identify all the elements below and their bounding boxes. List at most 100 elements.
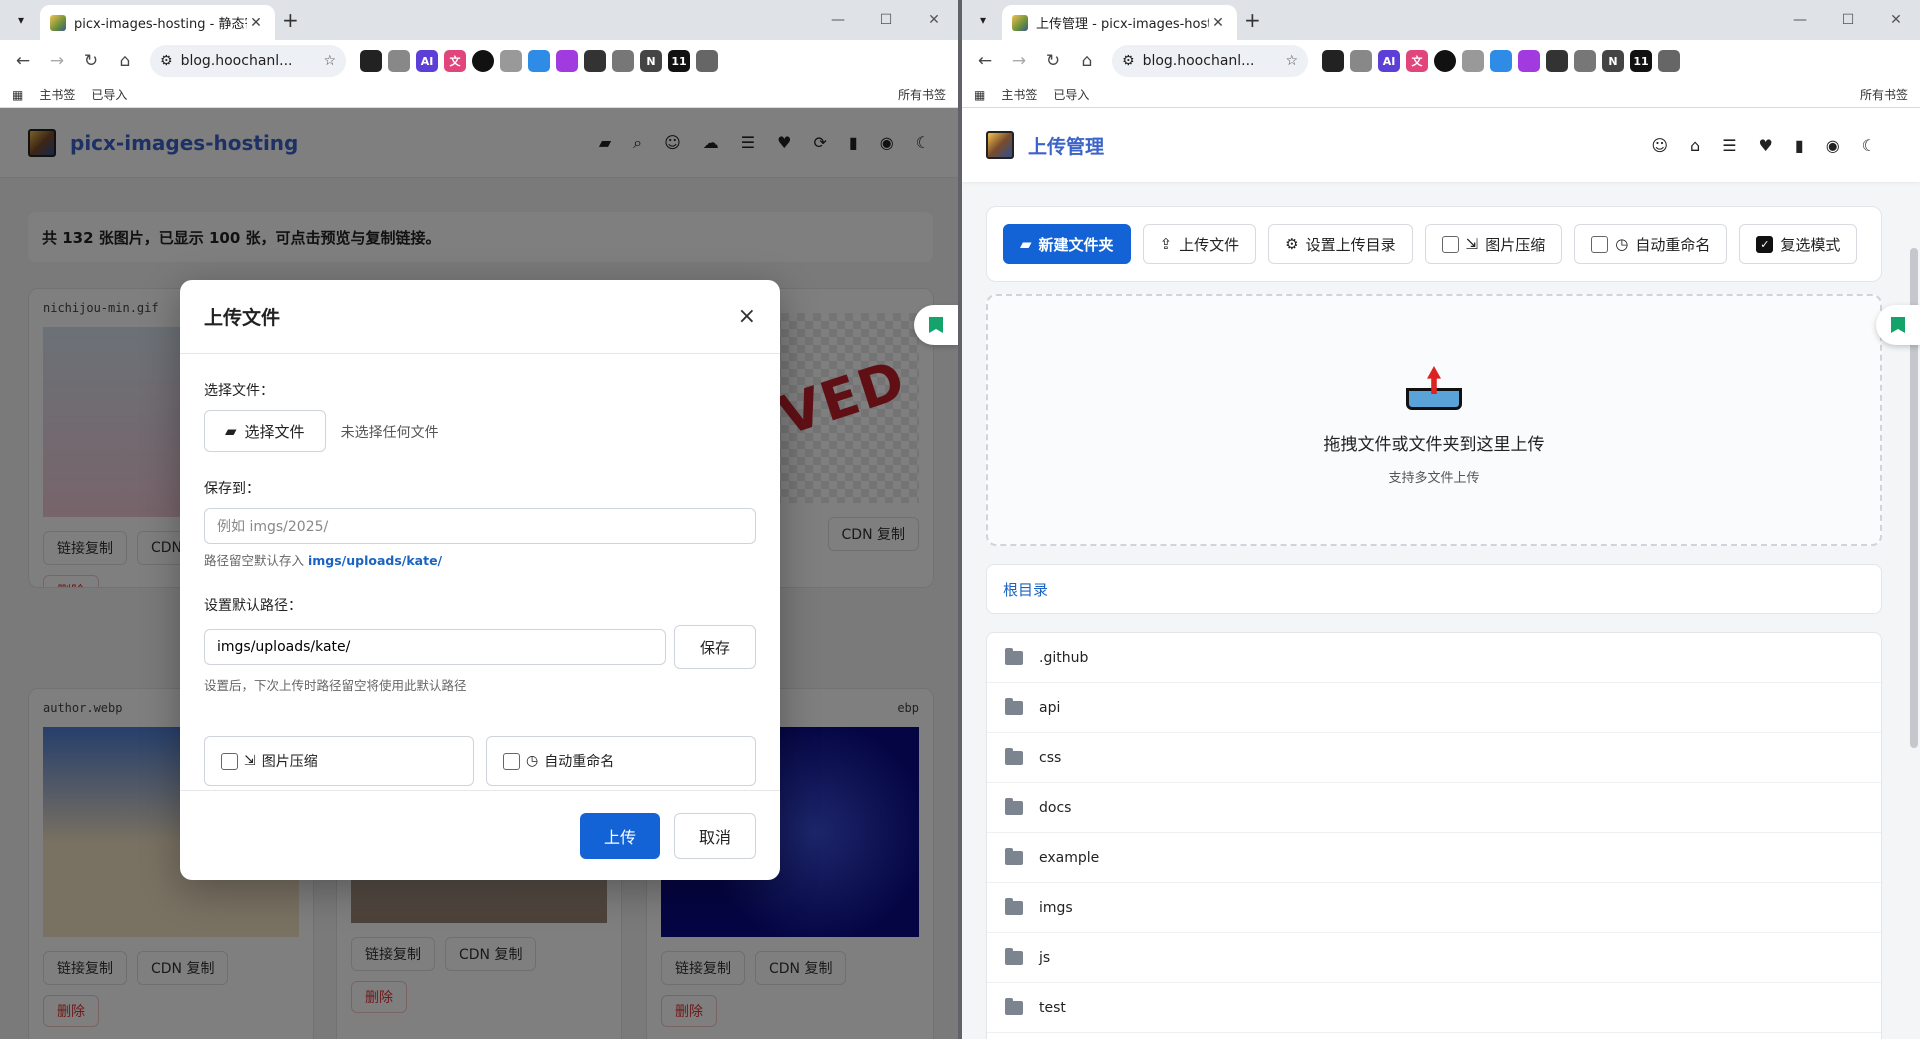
extension-notion-icon[interactable]: N [1602, 50, 1624, 72]
extension-translate-icon[interactable]: 文 [444, 50, 466, 72]
home-icon[interactable]: ⌂ [1072, 46, 1102, 76]
upload-button[interactable]: 上传 [580, 812, 660, 859]
moon-icon[interactable]: ☾ [1862, 136, 1876, 155]
bookmark-star-icon[interactable]: ☆ [1285, 53, 1298, 69]
default-path-input[interactable]: imgs/uploads/kate/ [204, 629, 666, 665]
browser-tab-active[interactable]: 上传管理 - picx-images-hosti ✕ [1002, 5, 1237, 40]
new-tab-button[interactable]: + [1244, 10, 1261, 30]
extension-ai-icon[interactable]: AI [1378, 50, 1400, 72]
back-icon[interactable]: ← [8, 46, 38, 76]
bookmark-folder-imported[interactable]: 已导入 [1053, 86, 1089, 103]
tab-close-icon[interactable]: ✕ [1209, 15, 1227, 31]
tab-close-icon[interactable]: ✕ [247, 15, 265, 31]
extension-purple-icon[interactable] [556, 50, 578, 72]
apps-icon[interactable]: ▦ [974, 88, 985, 102]
github-icon[interactable]: ◉ [1826, 136, 1840, 155]
rename-option[interactable]: ◷ 自动重命名 [486, 736, 756, 786]
forward-icon[interactable]: → [42, 46, 72, 76]
extension-copy-icon[interactable] [1490, 50, 1512, 72]
close-window-icon[interactable]: ✕ [1872, 0, 1920, 40]
extension-badge-icon[interactable]: 11 [1630, 50, 1652, 72]
list-item[interactable]: css [987, 733, 1881, 783]
list-icon[interactable]: ☰ [1722, 136, 1736, 155]
extension-icon-1[interactable] [360, 50, 382, 72]
list-item[interactable]: imgs [987, 883, 1881, 933]
cancel-button[interactable]: 取消 [674, 812, 756, 859]
bookmark-folder-main[interactable]: 主书签 [39, 86, 75, 103]
maximize-icon[interactable]: ☐ [1824, 0, 1872, 40]
extension-circle-icon[interactable] [1434, 50, 1456, 72]
page-title[interactable]: 上传管理 [1028, 132, 1104, 159]
extension-translate-icon[interactable]: 文 [1406, 50, 1428, 72]
site-info-icon[interactable]: ⚙ [160, 53, 173, 69]
extension-notion-icon[interactable]: N [640, 50, 662, 72]
rename-toggle[interactable]: ◷ 自动重命名 [1574, 224, 1728, 264]
all-bookmarks-folder[interactable]: 所有书签 [1860, 86, 1908, 103]
extensions-puzzle-icon[interactable] [696, 50, 718, 72]
apps-icon[interactable]: ▦ [12, 88, 23, 102]
breadcrumb-root[interactable]: 根目录 [1003, 579, 1048, 600]
extension-icon-2[interactable] [1350, 50, 1372, 72]
multi-select-toggle[interactable]: ✓ 复选模式 [1739, 224, 1858, 264]
floating-bookmark-button[interactable] [914, 305, 958, 345]
list-item[interactable]: example [987, 833, 1881, 883]
upload-file-button[interactable]: ⇪ 上传文件 [1142, 224, 1257, 264]
maximize-icon[interactable]: ☐ [862, 0, 910, 40]
compress-checkbox[interactable] [221, 752, 238, 770]
set-upload-dir-button[interactable]: ⚙ 设置上传目录 [1268, 224, 1413, 264]
close-icon[interactable]: × [738, 304, 756, 329]
compress-toggle[interactable]: ⇲ 图片压缩 [1424, 224, 1563, 264]
browser-tab-active[interactable]: picx-images-hosting - 静态寄 ✕ [40, 5, 275, 40]
list-item[interactable]: js [987, 933, 1881, 983]
minimize-icon[interactable]: — [814, 0, 862, 40]
bookmark-star-icon[interactable]: ☆ [323, 53, 336, 69]
site-info-icon[interactable]: ⚙ [1122, 53, 1135, 69]
extension-copy-icon[interactable] [528, 50, 550, 72]
list-item[interactable]: test [987, 983, 1881, 1033]
extension-shield-icon[interactable] [500, 50, 522, 72]
book-icon[interactable]: ▮ [1795, 136, 1804, 155]
choose-file-button[interactable]: ▰ 选择文件 [204, 410, 326, 452]
drop-zone[interactable]: 拖拽文件或文件夹到这里上传 支持多文件上传 [986, 294, 1882, 546]
extension-ai-icon[interactable]: AI [416, 50, 438, 72]
rename-checkbox[interactable] [503, 752, 520, 770]
list-item[interactable]: .github [987, 633, 1881, 683]
list-item[interactable]: docs [987, 783, 1881, 833]
site-logo[interactable] [986, 131, 1014, 159]
compress-checkbox[interactable] [1441, 235, 1459, 253]
save-to-input[interactable]: 例如 imgs/2025/ [204, 508, 756, 544]
extension-bitwarden-icon[interactable] [612, 50, 634, 72]
heart-pulse-icon[interactable]: ♥ [1759, 136, 1773, 155]
floating-bookmark-button[interactable] [1876, 305, 1920, 345]
reload-icon[interactable]: ↻ [1038, 46, 1068, 76]
url-omnibox[interactable]: ⚙ blog.hoochanl... ☆ [1112, 45, 1308, 77]
bookmark-folder-main[interactable]: 主书签 [1001, 86, 1037, 103]
new-tab-button[interactable]: + [282, 10, 299, 30]
save-default-path-button[interactable]: 保存 [674, 625, 756, 669]
extension-icon-2[interactable] [388, 50, 410, 72]
back-icon[interactable]: ← [970, 46, 1000, 76]
new-folder-button[interactable]: ▰ 新建文件夹 [1003, 224, 1131, 264]
tab-search-button[interactable]: ▾ [8, 9, 34, 31]
extension-pen-icon[interactable] [1546, 50, 1568, 72]
extension-badge-icon[interactable]: 11 [668, 50, 690, 72]
extension-circle-icon[interactable] [472, 50, 494, 72]
extension-pen-icon[interactable] [584, 50, 606, 72]
minimize-icon[interactable]: — [1776, 0, 1824, 40]
reload-icon[interactable]: ↻ [76, 46, 106, 76]
extension-purple-icon[interactable] [1518, 50, 1540, 72]
user-icon[interactable]: ☺ [1651, 136, 1668, 155]
extension-shield-icon[interactable] [1462, 50, 1484, 72]
tab-search-button[interactable]: ▾ [970, 9, 996, 31]
multi-select-checkbox[interactable]: ✓ [1756, 235, 1774, 253]
forward-icon[interactable]: → [1004, 46, 1034, 76]
close-window-icon[interactable]: ✕ [910, 0, 958, 40]
all-bookmarks-folder[interactable]: 所有书签 [898, 86, 946, 103]
url-omnibox[interactable]: ⚙ blog.hoochanl... ☆ [150, 45, 346, 77]
home-icon[interactable]: ⌂ [1690, 136, 1700, 155]
compress-option[interactable]: ⇲ 图片压缩 [204, 736, 474, 786]
home-icon[interactable]: ⌂ [110, 46, 140, 76]
list-item[interactable]: api [987, 683, 1881, 733]
extensions-puzzle-icon[interactable] [1658, 50, 1680, 72]
extension-icon-1[interactable] [1322, 50, 1344, 72]
